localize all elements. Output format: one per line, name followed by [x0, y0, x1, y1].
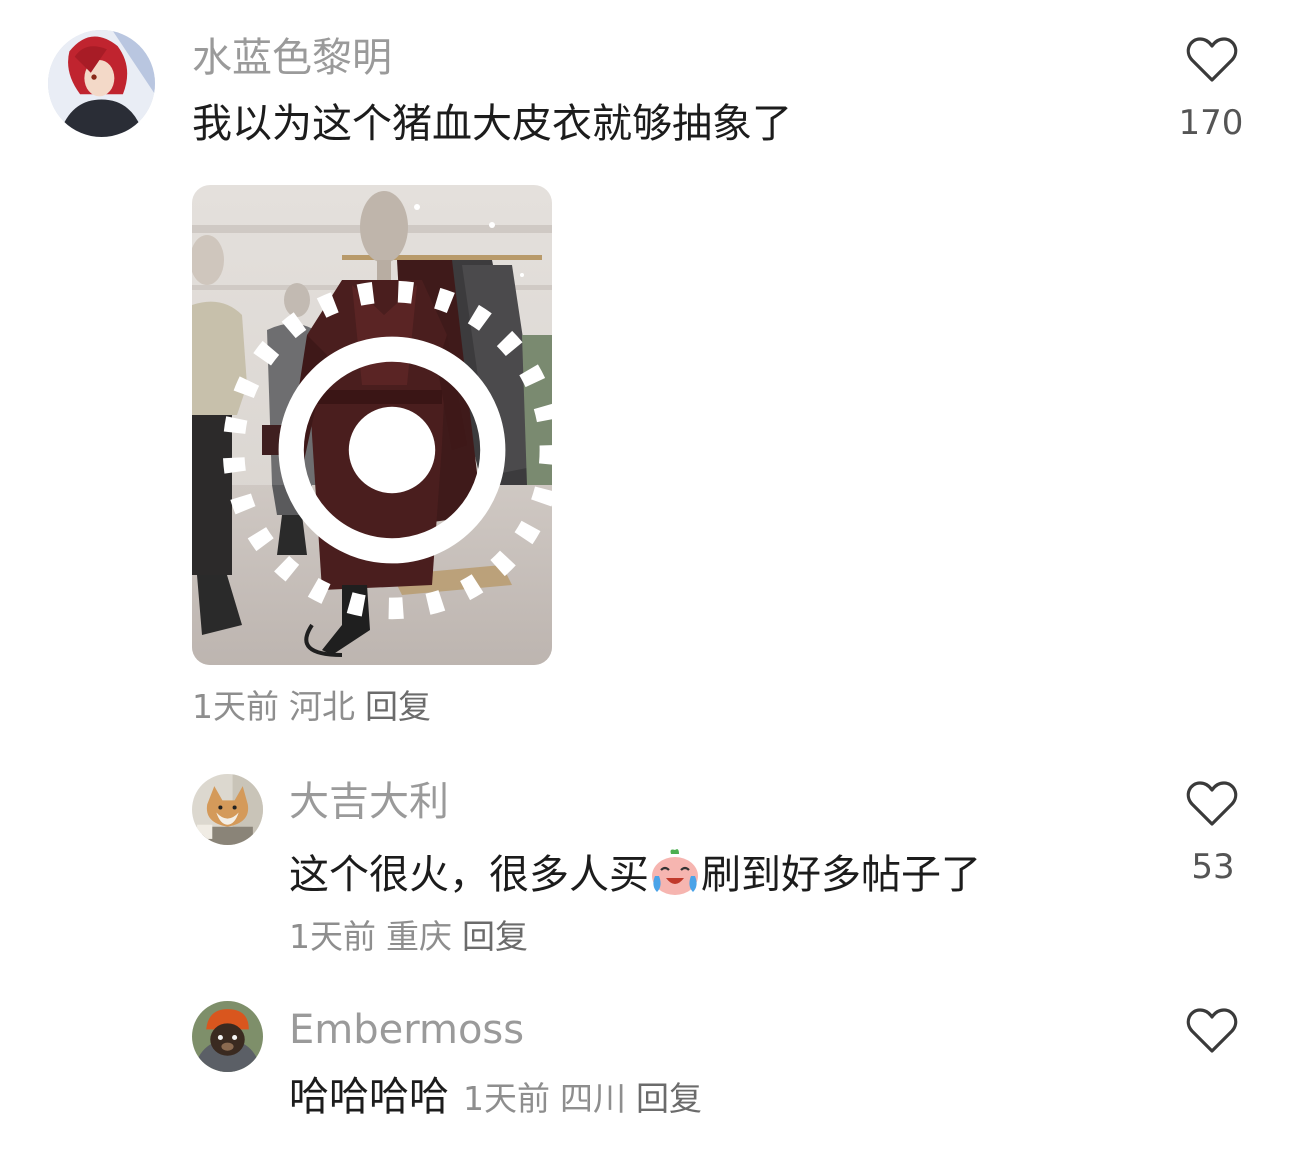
heart-icon: [1186, 37, 1238, 82]
timestamp: 1天前: [463, 1079, 550, 1118]
comment-meta: 1天前 四川 回复: [463, 1079, 712, 1118]
location: 四川: [560, 1079, 626, 1118]
crying-laughing-emoji-icon: [652, 849, 698, 895]
comment-text-part: 这个很火，很多人买: [289, 852, 649, 898]
like-count: 170: [1178, 103, 1244, 143]
avatar[interactable]: [192, 1001, 263, 1072]
username[interactable]: Embermoss: [289, 1010, 524, 1050]
live-photo-icon[interactable]: [212, 210, 552, 665]
comment-image[interactable]: [192, 185, 552, 665]
heart-icon: [1186, 1008, 1238, 1053]
like-button[interactable]: [1186, 36, 1238, 84]
avatar-image: [48, 30, 155, 137]
avatar[interactable]: [192, 774, 263, 845]
comment-meta: 1天前 重庆 回复: [289, 920, 538, 953]
reply-button[interactable]: 回复: [636, 1079, 702, 1118]
avatar-image: [192, 1001, 263, 1072]
like-button[interactable]: [1186, 1007, 1238, 1055]
avatar-image: [192, 774, 263, 845]
timestamp: 1天前: [289, 917, 376, 956]
heart-icon: [1186, 781, 1238, 826]
username[interactable]: 水蓝色黎明: [192, 38, 392, 78]
comment-text: 哈哈哈哈 1天前 四川 回复: [289, 1077, 712, 1117]
comment-text-part: 哈哈哈哈: [289, 1074, 449, 1120]
avatar[interactable]: [48, 30, 155, 137]
like-count: 53: [1191, 847, 1235, 887]
reply-button[interactable]: 回复: [365, 687, 431, 726]
like-button[interactable]: [1186, 780, 1238, 828]
comment-meta: 1天前 河北 回复: [192, 690, 441, 723]
reply-button[interactable]: 回复: [462, 917, 528, 956]
comment-text: 这个很火，很多人买 刷到好多帖子了: [289, 848, 981, 896]
username[interactable]: 大吉大利: [289, 782, 449, 822]
comment-text: 我以为这个猪血大皮衣就够抽象了: [192, 101, 792, 147]
location: 河北: [289, 687, 355, 726]
comment-text-part: 刷到好多帖子了: [701, 852, 981, 898]
timestamp: 1天前: [192, 687, 279, 726]
location: 重庆: [386, 917, 452, 956]
